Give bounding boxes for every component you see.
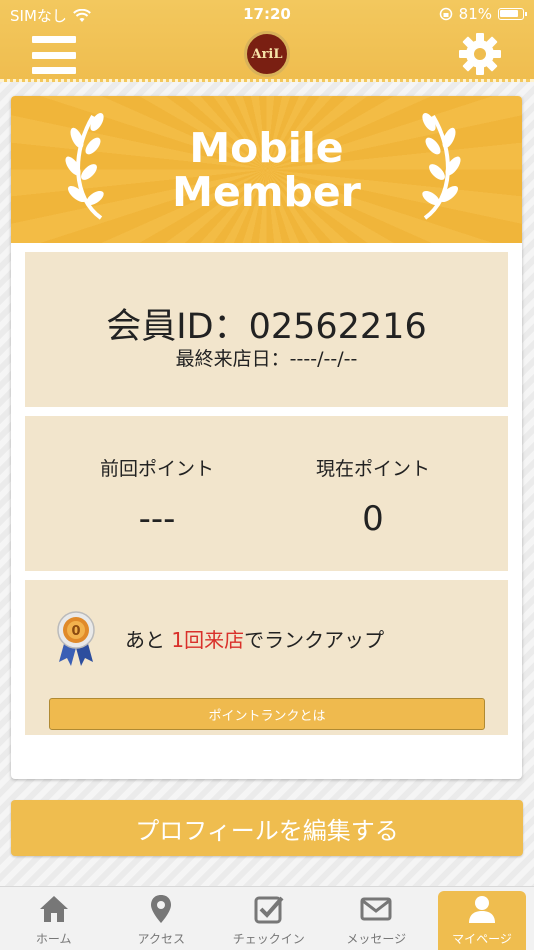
- member-id-panel: 会員ID：02562216 最終来店日：----/--/--: [25, 252, 508, 407]
- tab-label: マイページ: [452, 932, 512, 946]
- envelope-icon: [360, 897, 392, 921]
- app-logo: AriL: [244, 31, 290, 77]
- member-id: 会員ID：02562216: [25, 298, 508, 349]
- point-rank-info-button[interactable]: ポイントランクとは: [49, 698, 485, 730]
- map-pin-icon: [151, 895, 172, 923]
- member-id-value: 02562216: [248, 307, 427, 347]
- current-points: 現在ポイント 0: [253, 454, 493, 539]
- status-bar: SIMなし 17:20 81%: [0, 0, 534, 28]
- app-header: SIMなし 17:20 81% AriL: [0, 0, 534, 82]
- tab-label: メッセージ: [346, 932, 407, 946]
- mobile-member-banner: Mobile Member: [11, 96, 522, 243]
- hamburger-menu-icon[interactable]: [32, 36, 76, 74]
- member-card: Mobile Member 会員ID：02562216 最終来店日：----/-…: [11, 96, 522, 779]
- tab-label: ホーム: [35, 932, 72, 946]
- rank-prefix: あと: [125, 628, 172, 652]
- rank-panel: 0 あと 1回来店でランクアップ ポイントランクとは: [25, 580, 508, 735]
- last-visit-label: 最終来店日：: [175, 348, 290, 370]
- logo-text: AriL: [251, 46, 283, 62]
- medal-icon: 0: [57, 611, 95, 666]
- tab-checkin[interactable]: チェックイン: [215, 887, 323, 950]
- laurel-icon: [422, 112, 461, 220]
- last-visit: 最終来店日：----/--/--: [25, 344, 508, 371]
- member-id-label: 会員ID：: [106, 307, 249, 347]
- tab-bar: ホーム アクセス チェックイン メッセージ マイページ: [0, 886, 534, 950]
- last-visit-value: ----/--/--: [289, 348, 358, 370]
- tab-mypage[interactable]: マイページ: [438, 891, 526, 950]
- rank-highlight: 1回来店: [171, 628, 245, 652]
- home-icon: [39, 896, 68, 922]
- previous-points: 前回ポイント ---: [37, 454, 277, 539]
- points-panel: 前回ポイント --- 現在ポイント 0: [25, 416, 508, 571]
- tab-access[interactable]: アクセス: [108, 887, 216, 950]
- checkbox-icon: [254, 896, 284, 924]
- rank-up-message: あと 1回来店でランクアップ: [125, 624, 384, 653]
- current-points-label: 現在ポイント: [315, 458, 430, 480]
- orientation-lock-icon: [439, 7, 452, 21]
- previous-points-label: 前回ポイント: [99, 458, 214, 480]
- rank-suffix: でランクアップ: [244, 628, 385, 652]
- svg-text:0: 0: [71, 624, 80, 639]
- gear-icon[interactable]: [458, 32, 502, 76]
- current-points-value: 0: [362, 499, 384, 539]
- battery-percent: 81%: [458, 5, 492, 23]
- edit-profile-button[interactable]: プロフィールを編集する: [11, 800, 523, 856]
- status-right: 81%: [439, 5, 527, 23]
- tab-label: チェックイン: [232, 932, 305, 946]
- tab-home[interactable]: ホーム: [0, 887, 108, 950]
- tab-message[interactable]: メッセージ: [323, 887, 431, 950]
- battery-icon: [498, 8, 527, 20]
- previous-points-value: ---: [138, 499, 176, 539]
- tab-label: アクセス: [137, 932, 185, 946]
- user-icon: [469, 896, 495, 923]
